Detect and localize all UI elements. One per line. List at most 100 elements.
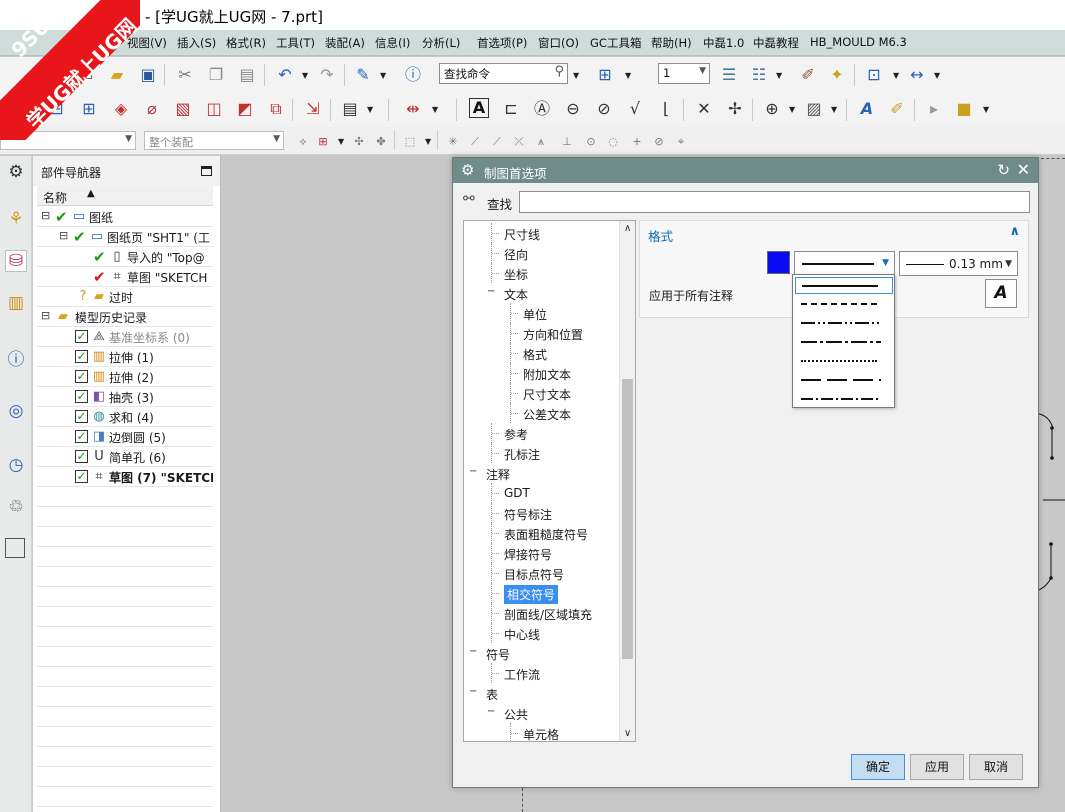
chevron-down-icon[interactable]: ▼: [367, 105, 375, 114]
tree-item[interactable]: 单位: [464, 303, 619, 323]
reset-icon[interactable]: ↻: [997, 161, 1010, 179]
tree-item[interactable]: 表面粗糙度符号: [464, 523, 619, 543]
checkbox-checked[interactable]: ✓: [75, 410, 88, 423]
apply-button[interactable]: 应用: [910, 754, 964, 780]
layers-icon[interactable]: ☰: [718, 64, 740, 86]
paste-icon[interactable]: ▤: [236, 64, 258, 86]
select-brush-icon[interactable]: ✎: [352, 64, 374, 86]
menu-preferences[interactable]: 首选项(P): [477, 35, 527, 51]
tree-node-outdated[interactable]: ? ▰ 过时: [37, 287, 213, 307]
roles-icon[interactable]: [5, 538, 25, 558]
history-icon[interactable]: ◷: [5, 454, 27, 476]
tree-node-unite[interactable]: ✓ ◍ 求和 (4): [37, 407, 213, 427]
select-body-icon[interactable]: ✤: [374, 134, 388, 148]
hatch-icon[interactable]: ▨: [803, 98, 825, 120]
command-search-input[interactable]: 查找命令 ⚲: [439, 63, 568, 84]
gear-icon[interactable]: ⚙: [5, 161, 27, 183]
tree-node-extrude-1[interactable]: ✓ ▥ 拉伸 (1): [37, 347, 213, 367]
tree-scrollbar[interactable]: ∧ ∨: [619, 221, 635, 741]
menu-tools[interactable]: 工具(T): [276, 35, 315, 51]
chevron-down-icon[interactable]: ▼: [425, 137, 433, 146]
tree-item[interactable]: 中心线: [464, 623, 619, 643]
checkbox-checked[interactable]: ✓: [75, 330, 88, 343]
chevron-down-icon[interactable]: ▼: [380, 71, 388, 80]
note-text-icon[interactable]: A: [469, 98, 489, 118]
dialog-titlebar[interactable]: ⚙ 制图首选项 ↻ ✕: [453, 158, 1038, 183]
checkmark-icon[interactable]: ✔: [73, 228, 86, 246]
scroll-up-icon[interactable]: ∧: [624, 223, 631, 234]
menu-format[interactable]: 格式(R): [226, 35, 266, 51]
tree-node-shell[interactable]: ✓ ◧ 抽壳 (3): [37, 387, 213, 407]
line-option-phantom[interactable]: [795, 315, 893, 332]
maximize-icon[interactable]: [201, 166, 212, 176]
checkmark-red-icon[interactable]: ✔: [93, 268, 106, 286]
tree-item[interactable]: 公差文本: [464, 403, 619, 423]
menu-analysis[interactable]: 分析(L): [422, 35, 460, 51]
redo-icon[interactable]: ↷: [316, 64, 338, 86]
web-browser-icon[interactable]: ◎: [5, 400, 27, 422]
checkbox-checked[interactable]: ✓: [75, 370, 88, 383]
line-option-dot-dashed[interactable]: [795, 391, 893, 408]
open-folder-icon[interactable]: ▰: [106, 64, 128, 86]
tree-node-simple-hole[interactable]: ✓ U 简单孔 (6): [37, 447, 213, 467]
line-option-dotted[interactable]: [795, 353, 893, 370]
edit-object-display-icon[interactable]: ✐: [797, 64, 819, 86]
layer-settings-icon[interactable]: ☷: [748, 64, 770, 86]
snap-midpoint-icon[interactable]: ⟋: [490, 134, 504, 148]
tree-node-datum-csys[interactable]: ✓ ⟁ 基准坐标系 (0): [37, 327, 213, 347]
save-icon[interactable]: ▣: [137, 64, 159, 86]
cancel-button[interactable]: 取消: [969, 754, 1023, 780]
tree-item[interactable]: 符号标注: [464, 503, 619, 523]
line-option-dashed[interactable]: [795, 296, 893, 313]
section-view-icon[interactable]: ▧: [172, 98, 194, 120]
tree-item[interactable]: 剖面线/区域填充: [464, 603, 619, 623]
dimension-icon[interactable]: ⇹: [402, 98, 424, 120]
model-view-icon[interactable]: ■: [953, 98, 975, 120]
projected-view-icon[interactable]: ◈: [110, 98, 132, 120]
new-file-icon[interactable]: ▭: [75, 64, 97, 86]
tree-item[interactable]: 附加文本: [464, 363, 619, 383]
chevron-down-icon[interactable]: ▼: [625, 71, 633, 80]
tree-node-imported-view[interactable]: ✔ ▯ 导入的 "Top@: [37, 247, 213, 267]
layer-selector[interactable]: 1 ▼: [658, 63, 710, 84]
scroll-down-icon[interactable]: ∨: [624, 728, 631, 739]
chevron-down-icon[interactable]: ▼: [338, 137, 346, 146]
scroll-thumb[interactable]: [622, 379, 633, 659]
part-navigator-icon[interactable]: ⛁: [5, 250, 27, 272]
checkbox-checked[interactable]: ✓: [75, 450, 88, 463]
tree-item[interactable]: − 符号: [464, 643, 619, 663]
collapse-icon[interactable]: −: [469, 687, 478, 697]
centerline-icon[interactable]: ✢: [724, 98, 746, 120]
line-option-center[interactable]: [795, 334, 893, 351]
tree-node-sketch-7[interactable]: ✓ ⌗ 草图 (7) "SKETCH: [37, 467, 213, 487]
tree-node-edge-blend[interactable]: ✓ ◨ 边倒圆 (5): [37, 427, 213, 447]
datum-feature-icon[interactable]: Ⓐ: [531, 98, 553, 120]
tree-item[interactable]: 尺寸文本: [464, 383, 619, 403]
chevron-down-icon[interactable]: ▼: [776, 71, 784, 80]
menu-view[interactable]: 视图(V): [127, 35, 167, 51]
update-view-icon[interactable]: ⇲: [302, 98, 324, 120]
collapse-icon[interactable]: ⊟: [41, 210, 52, 221]
gear-icon[interactable]: ⚙: [461, 161, 474, 179]
snap-quadrant-icon[interactable]: ◌: [606, 134, 620, 148]
box-select-icon[interactable]: ⬚: [403, 134, 417, 148]
feature-control-frame-icon[interactable]: ⊏: [500, 98, 522, 120]
snap-endpoint-icon[interactable]: ✳: [446, 134, 460, 148]
line-width-dropdown[interactable]: 0.13 mm ▼: [899, 251, 1018, 276]
checkbox-checked[interactable]: ✓: [75, 470, 88, 483]
chevron-down-icon[interactable]: ▼: [934, 71, 942, 80]
menu-window[interactable]: 窗口(O): [538, 35, 579, 51]
checkmark-icon[interactable]: ✔: [93, 248, 106, 266]
checkbox-checked[interactable]: ✓: [75, 350, 88, 363]
tree-item[interactable]: 工作流: [464, 663, 619, 683]
collapse-icon[interactable]: ⊟: [41, 310, 52, 321]
apply-to-all-annotations-icon[interactable]: A: [985, 279, 1017, 308]
edit-settings-icon[interactable]: ✐: [886, 98, 908, 120]
tree-item[interactable]: 格式: [464, 343, 619, 363]
column-header-name[interactable]: 名称 ▲: [37, 186, 213, 206]
snap-existing-point-icon[interactable]: +: [630, 134, 644, 148]
line-option-long-dashed[interactable]: [795, 372, 893, 389]
tree-item[interactable]: 参考: [464, 423, 619, 443]
menu-help[interactable]: 帮助(H): [651, 35, 692, 51]
snap-arc-center-icon[interactable]: ⊙: [584, 134, 598, 148]
